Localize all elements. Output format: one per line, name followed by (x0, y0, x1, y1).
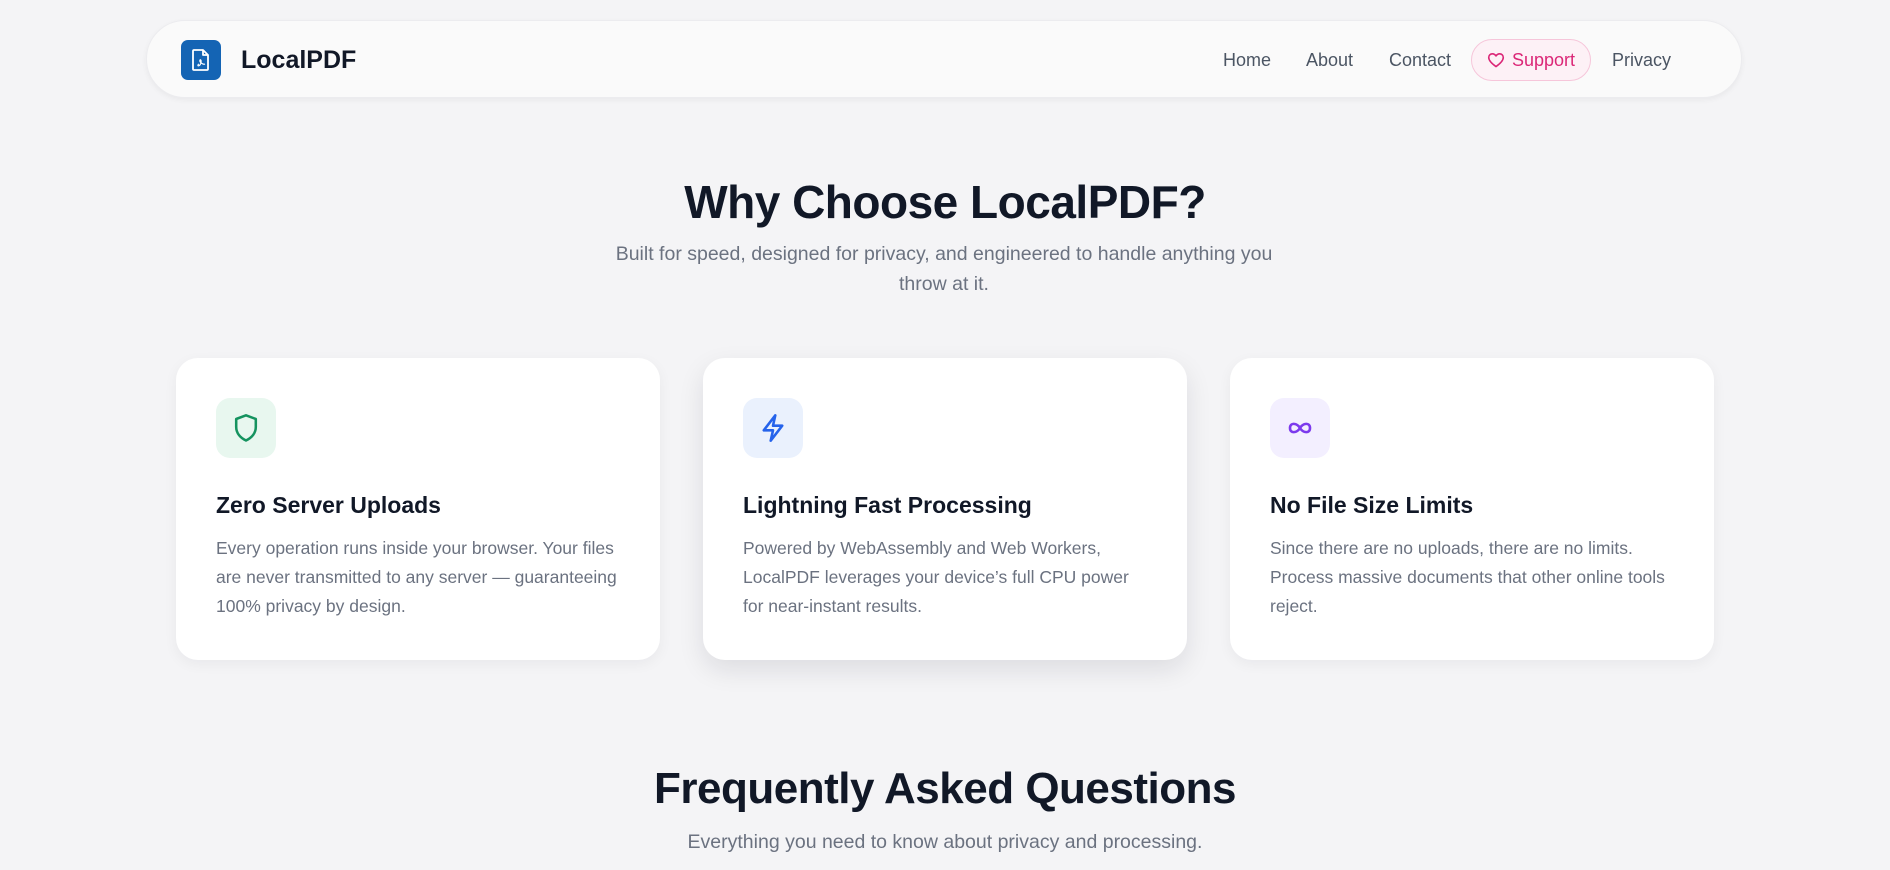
infinity-icon (1288, 422, 1312, 434)
lightning-icon (762, 414, 784, 442)
why-title: Why Choose LocalPDF? (684, 176, 1206, 228)
feature-title: Zero Server Uploads (216, 492, 441, 518)
nav-privacy[interactable]: Privacy (1612, 21, 1671, 99)
pdf-file-icon (192, 49, 209, 71)
heart-icon (1487, 53, 1505, 68)
feature-description: Every operation runs inside your browser… (216, 538, 617, 616)
nav-home[interactable]: Home (1223, 21, 1271, 99)
navbar: LocalPDF Home About Contact Support Priv… (146, 20, 1742, 98)
support-label: Support (1511, 49, 1576, 70)
feature-title: No File Size Limits (1270, 492, 1474, 518)
feature-card-no-limits: No File Size Limits Since there are no u… (1230, 358, 1714, 660)
shield-icon (234, 414, 258, 442)
nav-about[interactable]: About (1306, 21, 1353, 99)
why-subtitle: Built for speed, designed for privacy, a… (615, 243, 1273, 295)
brand-name[interactable]: LocalPDF (241, 21, 356, 99)
feature-icon-box (1270, 398, 1330, 458)
faq-title: Frequently Asked Questions (654, 764, 1236, 813)
logo[interactable] (181, 40, 221, 80)
support-button[interactable]: Support (1471, 39, 1591, 81)
feature-description: Powered by WebAssembly and Web Workers, … (743, 538, 1129, 616)
feature-icon-box (216, 398, 276, 458)
feature-icon-box (743, 398, 803, 458)
feature-title: Lightning Fast Processing (743, 492, 1032, 518)
feature-description: Since there are no uploads, there are no… (1270, 538, 1665, 616)
nav-contact[interactable]: Contact (1389, 21, 1451, 99)
feature-card-fast-processing: Lightning Fast Processing Powered by Web… (703, 358, 1187, 660)
feature-card-zero-uploads: Zero Server Uploads Every operation runs… (176, 358, 660, 660)
faq-subtitle: Everything you need to know about privac… (687, 831, 1203, 853)
